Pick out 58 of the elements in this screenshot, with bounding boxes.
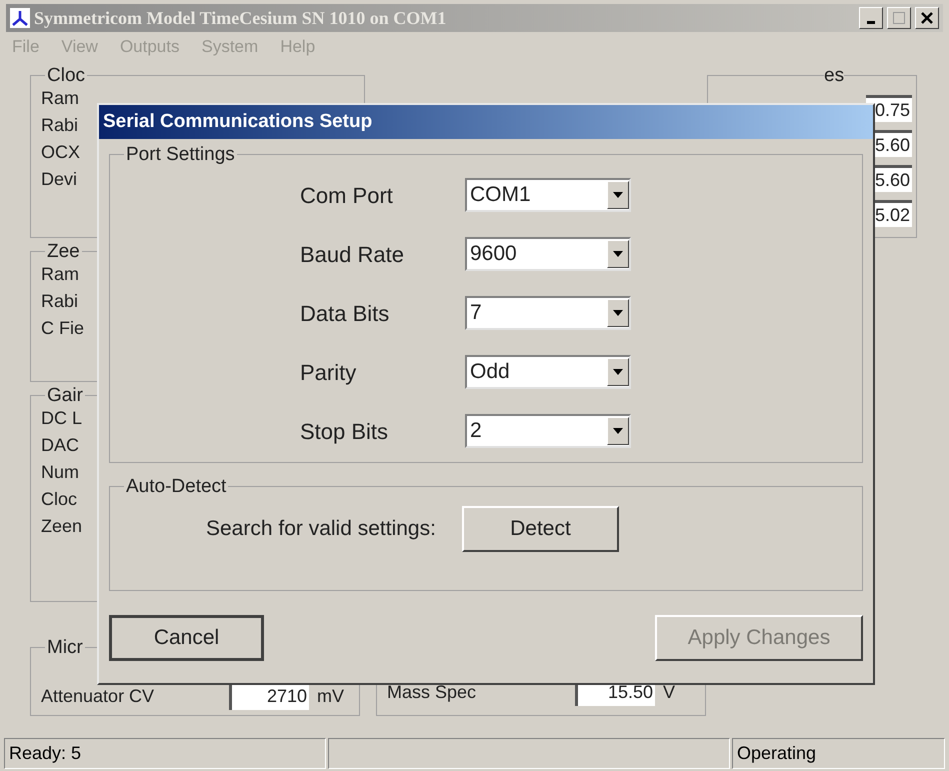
field-label: Com Port: [300, 182, 394, 210]
group-label: Cloc: [47, 65, 86, 86]
auto-detect-text: Search for valid settings:: [206, 516, 436, 542]
dropdown[interactable]: 2: [465, 414, 631, 448]
group-label: Zee: [47, 241, 80, 262]
dropdown[interactable]: COM1: [465, 178, 631, 212]
field-label: Rabi: [41, 290, 78, 313]
dropdown-value: 7: [469, 300, 483, 326]
field-label: Data Bits: [300, 300, 390, 328]
dropdown-caret-icon: [613, 428, 623, 434]
field-label: Attenuator CV: [41, 685, 156, 708]
field-label: Ram: [41, 263, 80, 286]
group-label: Auto-Detect: [126, 476, 226, 497]
field-label: Devi: [41, 168, 78, 191]
field-label: C Fie: [41, 317, 84, 340]
cancel-button[interactable]: Cancel: [109, 615, 264, 661]
dropdown[interactable]: Odd: [465, 355, 631, 389]
close-button[interactable]: [915, 7, 939, 29]
status-text: Operating: [737, 742, 816, 765]
dropdown-value: 9600: [469, 241, 518, 268]
group-label: es: [824, 65, 844, 86]
field-label: DC L: [41, 407, 82, 430]
dropdown-caret-icon: [613, 369, 623, 375]
field-label: Cloc: [41, 488, 78, 511]
field-label: Zeen: [41, 515, 82, 538]
group-label: Port Settings: [126, 144, 235, 165]
field-label: Baud Rate: [300, 240, 405, 268]
dropdown-caret-icon: [613, 192, 623, 198]
unit-label: V: [663, 681, 676, 704]
window-title: Symmetricom Model TimeCesium SN 1010 on COM1: [34, 6, 446, 30]
unit-label: mV: [317, 685, 344, 708]
status-text: Ready: 5: [9, 742, 82, 765]
dropdown[interactable]: 9600: [465, 237, 631, 271]
dropdown-value: 2: [469, 418, 483, 444]
minimize-icon: [867, 20, 875, 24]
field-label: Rabi: [41, 114, 78, 137]
field-label: Ram: [41, 87, 80, 110]
value-field: 2710: [229, 683, 309, 710]
group-label: Gair: [47, 385, 83, 406]
field-label: Parity: [300, 358, 358, 387]
dropdown-caret-icon: [613, 251, 623, 257]
dropdown[interactable]: 7: [465, 296, 631, 330]
dialog-title: Serial Communications Setup: [103, 110, 372, 134]
dropdown-caret-icon: [613, 310, 623, 316]
dropdown-value: COM1: [469, 182, 532, 208]
field-label: Stop Bits: [300, 418, 390, 446]
dropdown-value: Odd: [469, 359, 511, 386]
field-label: Num: [41, 461, 80, 484]
group-label: Micr: [47, 637, 83, 658]
minimize-button[interactable]: [859, 7, 883, 29]
app-logo-icon: [10, 8, 30, 28]
maximize-button[interactable]: [887, 7, 911, 29]
field-label: Mass Spec: [387, 681, 478, 704]
close-icon: [921, 12, 933, 24]
field-label: DAC: [41, 434, 80, 457]
field-label: OCX: [41, 141, 80, 164]
detect-button[interactable]: Detect: [462, 506, 619, 552]
maximize-icon: [893, 12, 905, 24]
